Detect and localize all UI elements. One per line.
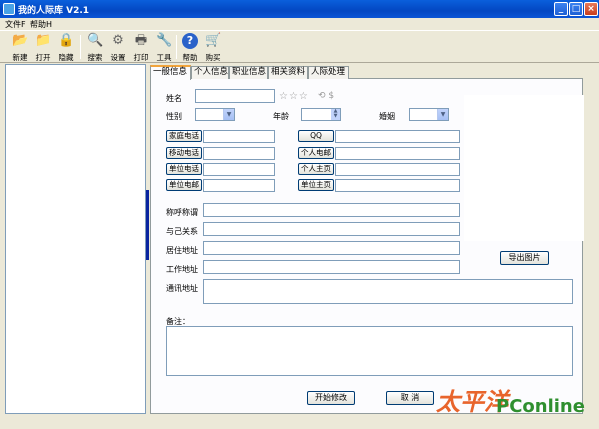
name-label: 姓名 [166, 94, 182, 103]
rating-stars-icon[interactable]: ☆☆☆ [279, 91, 309, 102]
home-phone-button[interactable]: 家庭电话 [166, 130, 202, 142]
gear-icon: ⚙ [112, 33, 124, 48]
search-icon: 🔍 [87, 33, 104, 48]
window-title: 我的人际库 V2.1 [18, 6, 90, 16]
qq-input[interactable] [335, 130, 460, 143]
spinner-arrows-icon[interactable]: ▲ ▼ [331, 109, 340, 120]
close-button[interactable]: × [584, 2, 598, 16]
work-homepage-input[interactable] [335, 179, 460, 192]
home-address-input[interactable] [203, 241, 460, 255]
menu-file[interactable]: 文件F [5, 19, 26, 30]
personal-homepage-input[interactable] [335, 163, 460, 176]
export-photo-button[interactable]: 导出图片 [500, 251, 549, 265]
tab-related[interactable]: 相关资料 [268, 66, 308, 79]
gender-select[interactable]: ▼ [195, 108, 235, 121]
tab-personal[interactable]: 个人信息 [191, 66, 229, 79]
work-address-label: 工作地址 [166, 265, 198, 274]
cart-icon: 🛒 [205, 33, 222, 48]
tab-general[interactable]: 一般信息 [150, 65, 191, 80]
wrench-icon: 🔧 [156, 33, 173, 48]
chevron-down-icon: ▼ [223, 109, 234, 120]
buy-button[interactable]: 🛒 购买 [201, 32, 225, 63]
marriage-label: 婚姻 [379, 112, 395, 121]
folder-open-icon: 📁 [35, 33, 52, 48]
menu-bar: 文件F 帮助H [0, 18, 599, 30]
tab-relations[interactable]: 人际处理 [308, 66, 349, 79]
mobile-phone-input[interactable] [203, 147, 275, 160]
help-icon: ? [182, 33, 198, 49]
age-label: 年龄 [273, 112, 289, 121]
cancel-button[interactable]: 取 消 [386, 391, 434, 405]
lock-icon: 🔒 [58, 33, 75, 48]
qq-button[interactable]: QQ [298, 130, 334, 142]
relation-label: 与己关系 [166, 227, 198, 236]
hide-button[interactable]: 🔒 隐藏 [54, 32, 78, 63]
notes-textarea[interactable] [166, 326, 573, 376]
work-address-input[interactable] [203, 260, 460, 274]
chevron-down-icon: ▼ [437, 109, 448, 120]
tab-career[interactable]: 职业信息 [229, 66, 268, 79]
name-input[interactable] [195, 89, 275, 103]
photo-frame[interactable] [464, 95, 584, 241]
minimize-button[interactable]: _ [554, 2, 568, 16]
mail-address-label: 通讯地址 [166, 284, 198, 293]
mobile-phone-button[interactable]: 移动电话 [166, 147, 202, 159]
maximize-button[interactable]: □ [569, 2, 583, 16]
start-edit-button[interactable]: 开始修改 [307, 391, 355, 405]
work-homepage-button[interactable]: 单位主页 [298, 179, 334, 191]
splitter-grip[interactable] [146, 190, 149, 260]
mail-address-input[interactable] [203, 279, 573, 304]
gender-label: 性别 [166, 112, 182, 121]
home-phone-input[interactable] [203, 130, 275, 143]
toolbar: 📂 新建 📁 打开 🔒 隐藏 🔍 搜索 ⚙ 设置 🖶 打印 🔧 工具 ? 帮助 … [0, 30, 599, 63]
app-icon [3, 3, 15, 15]
title-label: 称呼称谓 [166, 208, 198, 217]
age-stepper[interactable]: ▲ ▼ [301, 108, 341, 121]
home-address-label: 居住地址 [166, 246, 198, 255]
relation-input[interactable] [203, 222, 460, 236]
work-phone-button[interactable]: 单位电话 [166, 163, 202, 175]
title-bar: 我的人际库 V2.1 _ □ × [0, 0, 599, 18]
tools-button[interactable]: 🔧 工具 [152, 32, 176, 63]
refresh-dollar-icon[interactable]: ⟲ $ [318, 91, 334, 101]
folder-new-icon: 📂 [12, 33, 29, 48]
title-input[interactable] [203, 203, 460, 217]
personal-homepage-button[interactable]: 个人主页 [298, 163, 334, 175]
work-email-button[interactable]: 单位电邮 [166, 179, 202, 191]
work-phone-input[interactable] [203, 163, 275, 176]
work-email-input[interactable] [203, 179, 275, 192]
contact-tree[interactable] [5, 64, 146, 414]
printer-icon: 🖶 [134, 33, 148, 48]
watermark-logo: 太平洋 PConline [436, 388, 585, 417]
personal-email-input[interactable] [335, 147, 460, 160]
menu-help[interactable]: 帮助H [30, 19, 52, 30]
marriage-select[interactable]: ▼ [409, 108, 449, 121]
personal-email-button[interactable]: 个人电邮 [298, 147, 334, 159]
